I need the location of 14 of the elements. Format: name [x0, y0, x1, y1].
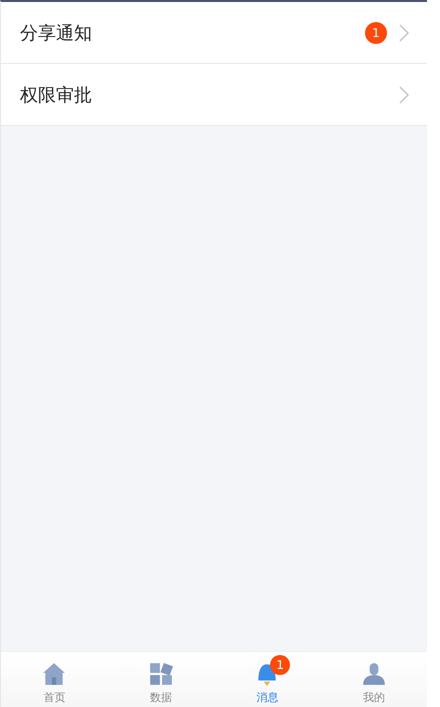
person-icon: [360, 661, 387, 687]
item-label: 分享通知: [20, 22, 92, 44]
cubes-icon: [148, 661, 174, 687]
tab[interactable]: 首页: [1, 652, 108, 707]
list-item[interactable]: 分享通知 1: [1, 2, 427, 64]
count-badge: 1: [270, 655, 290, 675]
house-icon: [41, 661, 68, 687]
tab[interactable]: 我的: [320, 652, 427, 707]
tab[interactable]: 1 消息: [214, 652, 320, 707]
item-label: 权限审批: [20, 84, 92, 106]
tab[interactable]: 数据: [108, 652, 214, 707]
chevron-right-icon: [399, 86, 409, 104]
chevron-right-icon: [399, 24, 409, 42]
count-badge: 1: [365, 22, 387, 44]
